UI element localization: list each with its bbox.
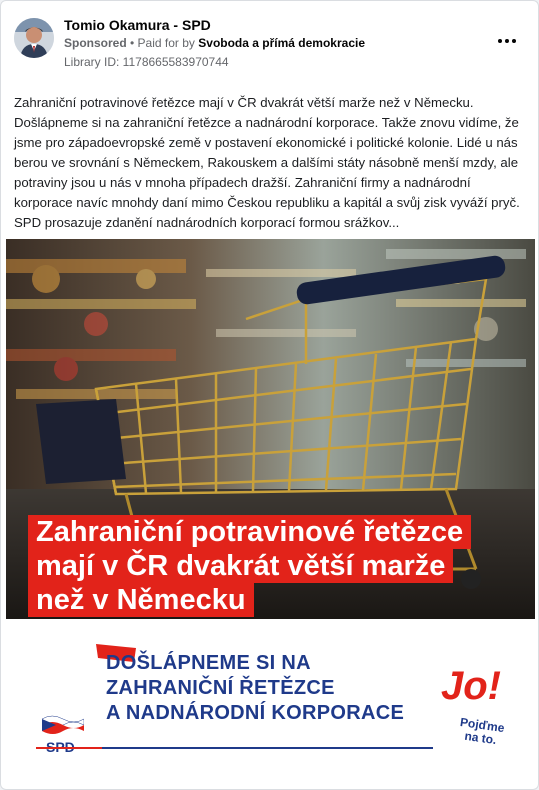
author-avatar[interactable] (14, 18, 54, 58)
campaign-panel: DOŠLÁPNEME SI NA ZAHRANIČNÍ ŘETĚZCE A NA… (6, 619, 535, 764)
headline-line-1: Zahraniční potravinové řetězce (28, 515, 472, 549)
slogan-line-1: DOŠLÁPNEME SI NA (106, 652, 311, 674)
paid-for-prefix: • Paid for by (130, 36, 195, 50)
post-body-text: Zahraniční potravinové řetězce mají v ČR… (14, 95, 520, 230)
tagline: Pojďme na to. (457, 715, 505, 748)
headline-line-2: mají v ČR dvakrát větší marže (28, 549, 454, 583)
paid-for-by[interactable]: Svoboda a přímá demokracie (198, 36, 365, 50)
spd-flag-icon (42, 715, 84, 734)
sponsored-label: Sponsored (64, 36, 127, 50)
more-options-button[interactable] (495, 31, 519, 51)
jo-mark: Jo! (441, 664, 501, 708)
ad-card: Tomio Okamura - SPD Sponsored • Paid for… (0, 0, 539, 790)
author-name[interactable]: Tomio Okamura - SPD (64, 17, 211, 33)
sponsor-meta: Sponsored • Paid for by Svoboda a přímá … (64, 36, 365, 50)
ad-creative-image[interactable]: Zahraniční potravinové řetězce mají v ČR… (1, 239, 538, 789)
red-rule (36, 747, 102, 749)
slogan-line-3: A NADNÁRODNÍ KORPORACE (106, 702, 405, 724)
more-horizontal-icon (498, 39, 502, 43)
blue-rule (102, 747, 433, 749)
library-id: Library ID: 1178665583970744 (64, 55, 229, 69)
slogan-line-2: ZAHRANIČNÍ ŘETĚZCE (106, 677, 335, 699)
headline-line-3: než v Německu (28, 583, 254, 617)
